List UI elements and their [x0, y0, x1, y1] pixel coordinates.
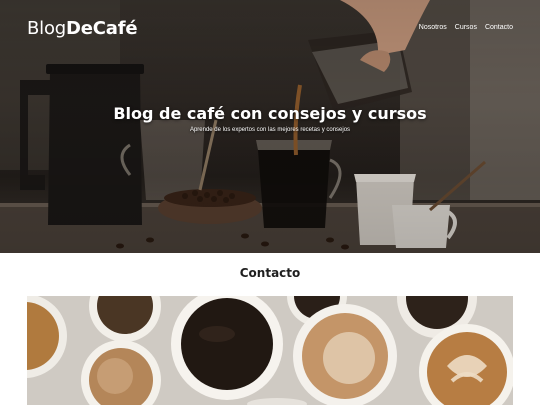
- logo-text-decafe: DeCafé: [66, 18, 138, 39]
- nav-link-cursos[interactable]: Cursos: [455, 24, 477, 31]
- section-title: Contacto: [239, 266, 301, 280]
- page: BlogDeCafé Nosotros Cursos Contacto Blog…: [0, 0, 540, 405]
- coffee-cups-image: [27, 296, 513, 405]
- main-navigation: Nosotros Cursos Contacto: [419, 24, 513, 31]
- coffee-cups-photo: [27, 296, 513, 405]
- hero-subtitle: Aprende de los expertos con las mejores …: [189, 127, 351, 133]
- hero-title: Blog de café con consejos y cursos: [113, 104, 427, 123]
- site-logo[interactable]: BlogDeCafé: [27, 18, 138, 39]
- nav-link-nosotros[interactable]: Nosotros: [419, 24, 447, 31]
- nav-link-contacto[interactable]: Contacto: [485, 24, 513, 31]
- logo-text-blog: Blog: [27, 18, 66, 39]
- hero-banner: BlogDeCafé Nosotros Cursos Contacto Blog…: [0, 0, 540, 253]
